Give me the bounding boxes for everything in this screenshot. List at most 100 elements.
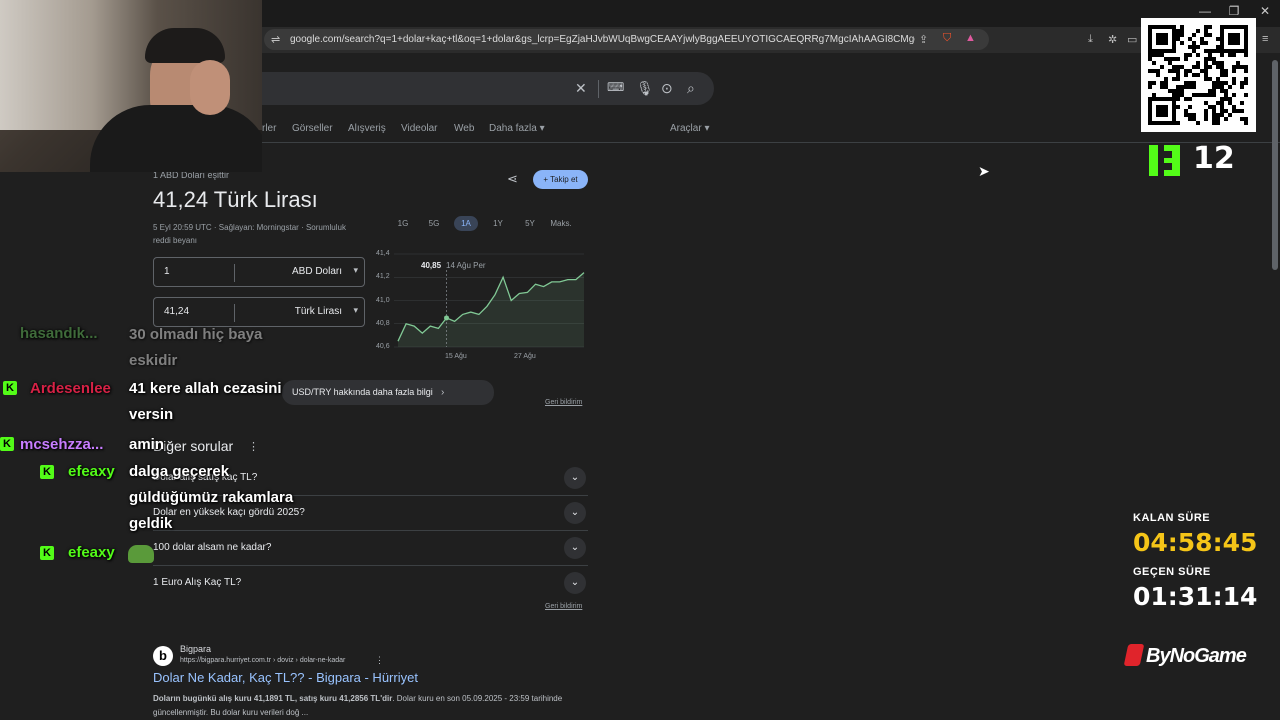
qr-module [1164,81,1168,85]
qr-module [1220,37,1224,41]
qr-module [1160,81,1164,85]
qr-module [1204,29,1208,33]
feedback-link[interactable]: Geri bildirim [545,603,582,610]
qr-module [1192,81,1196,85]
result-url[interactable]: https://bigpara.hurriyet.com.tr › doviz … [180,657,345,664]
tab-web[interactable]: Web [454,123,474,134]
period-5y[interactable]: 5Y [518,219,542,228]
restore-icon[interactable]: ❐ [1219,4,1249,18]
qr-module [1212,105,1216,109]
qr-module [1156,33,1160,37]
search-icon[interactable]: ⌕ [687,80,695,97]
qr-module [1244,93,1248,97]
disclaimer-link[interactable]: reddi beyanı [153,236,197,245]
period-1m[interactable]: 1A [454,216,478,231]
download-icon[interactable]: ⤓ [1088,33,1093,46]
qr-module [1184,53,1188,57]
share-icon[interactable]: ⋖ [507,171,518,187]
from-currency-field[interactable]: 1 ABD Doları ▾ [153,257,365,287]
paa-question[interactable]: 1 Euro Alış Kaç TL? [153,577,241,588]
paa-question[interactable]: 100 dolar alsam ne kadar? [153,542,271,553]
close-icon[interactable]: ✕ [1250,4,1280,18]
qr-module [1180,41,1184,45]
to-currency-select[interactable]: Türk Lirası [295,306,342,317]
qr-module [1204,49,1208,53]
tab-news[interactable]: rler [262,123,276,134]
minimize-icon[interactable]: — [1190,4,1220,18]
qr-module [1180,65,1184,69]
qr-module [1188,69,1192,73]
qr-module [1184,69,1188,73]
from-currency-select[interactable]: ABD Doları [292,266,342,277]
more-options-icon[interactable]: ⋮ [375,655,384,666]
microphone-icon[interactable]: 🎙︎ [636,80,654,97]
period-1y[interactable]: 1Y [486,219,510,228]
extensions-icon[interactable]: ✲ [1108,33,1117,46]
qr-module [1156,121,1160,125]
qr-module [1208,93,1212,97]
tab-more[interactable]: Daha fazla ▾ [489,123,545,134]
qr-module [1216,45,1220,49]
follow-button[interactable]: + Takip et [533,170,588,189]
qr-module [1188,37,1192,41]
tools-button[interactable]: Araçlar ▾ [670,123,709,134]
paa-item[interactable]: 1 Euro Alış Kaç TL? ⌄ [153,566,588,601]
kick-logo-notch [1164,163,1172,170]
qr-module [1236,33,1240,37]
to-amount[interactable]: 41,24 [164,306,189,317]
tab-images[interactable]: Görseller [292,123,333,134]
chevron-down-icon[interactable]: ⌄ [564,537,586,559]
period-1d[interactable]: 1G [391,219,415,228]
result-title-link[interactable]: Dolar Ne Kadar, Kaç TL?? - Bigpara - Hür… [153,670,418,685]
period-5d[interactable]: 5G [422,219,446,228]
qr-module [1236,49,1240,53]
qr-module [1216,85,1220,89]
qr-module [1224,49,1228,53]
feedback-link[interactable]: Geri bildirim [545,399,582,406]
chevron-down-icon[interactable]: ⌄ [564,502,586,524]
qr-module [1220,33,1224,37]
qr-module [1172,105,1176,109]
qr-module [1148,81,1152,85]
tab-shopping[interactable]: Alışveriş [348,123,386,134]
chevron-right-icon: › [441,387,445,398]
qr-module [1216,121,1220,125]
chevron-down-icon[interactable]: ⌄ [564,572,586,594]
menu-icon[interactable]: ≡ [1262,33,1268,45]
chevron-down-icon[interactable]: ⌄ [564,467,586,489]
qr-module [1212,81,1216,85]
brave-shield-icon[interactable]: ⛉ [943,32,951,45]
sidebar-icon[interactable]: ▭ [1127,33,1137,46]
url-text[interactable]: google.com/search?q=1+dolar+kaç+tl&oq=1+… [290,34,915,45]
qr-module [1236,109,1240,113]
more-options-icon[interactable]: ⋮ [248,440,259,453]
exchange-rate-chart[interactable] [394,250,588,350]
qr-module [1204,73,1208,77]
tab-videos[interactable]: Videolar [401,123,438,134]
qr-module [1160,65,1164,69]
from-amount[interactable]: 1 [164,266,170,277]
brave-rewards-icon[interactable]: ▲ [965,32,976,44]
clear-icon[interactable]: ✕ [575,80,587,97]
qr-module [1220,105,1224,109]
y-tick-label: 41,4 [376,250,390,257]
result-site-name[interactable]: Bigpara [180,644,211,654]
qr-module [1184,73,1188,77]
lens-icon[interactable]: ⊙ [661,80,673,97]
qr-module [1148,37,1152,41]
qr-module [1160,37,1164,41]
bynogame-logo-icon [1123,644,1145,666]
qr-module [1220,69,1224,73]
share-page-icon[interactable]: ⇪ [919,33,928,46]
period-max[interactable]: Maks. [549,219,573,228]
chat-message: amin [129,436,165,453]
scrollbar-thumb[interactable] [1272,60,1278,270]
qr-module [1224,93,1228,97]
keyboard-icon[interactable]: ⌨ [607,80,624,94]
qr-module [1148,117,1152,121]
qr-module [1148,109,1152,113]
site-settings-icon[interactable]: ⇌ [271,33,280,46]
more-info-button[interactable]: USD/TRY hakkında daha fazla bilgi [282,380,494,405]
qr-module [1180,33,1184,37]
qr-module [1172,49,1176,53]
